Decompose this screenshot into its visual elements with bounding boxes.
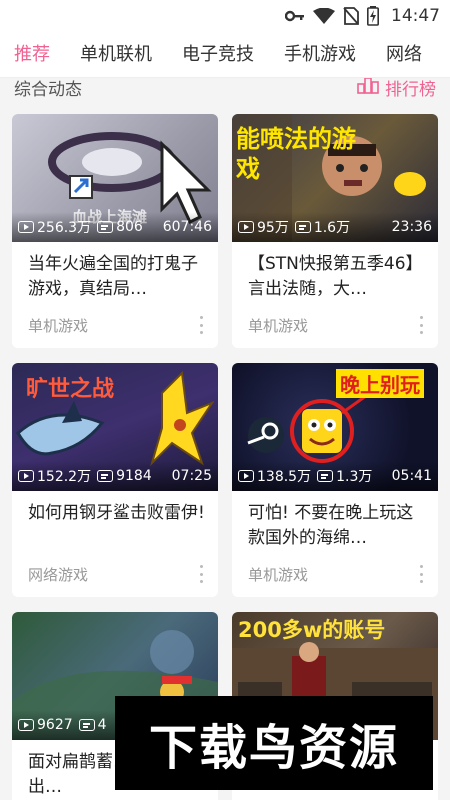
more-options-icon[interactable]	[198, 316, 204, 334]
danmaku-count: 1.3万	[336, 469, 373, 485]
play-count-icon	[18, 470, 34, 482]
video-title[interactable]: 如何用钢牙鲨击败雷伊!	[28, 501, 208, 551]
tab-online-games[interactable]: 网络	[371, 32, 437, 77]
video-category: 单机游戏	[248, 316, 309, 335]
video-duration: 07:25	[171, 468, 212, 484]
play-count: 256.3万	[37, 220, 92, 236]
video-duration: 607:46	[162, 219, 212, 235]
play-count: 9627	[37, 717, 73, 733]
danmaku-count-icon	[78, 719, 95, 731]
video-duration: 23:36	[391, 219, 432, 235]
key-icon	[285, 9, 305, 23]
danmaku-count-icon	[97, 470, 114, 482]
video-title[interactable]: 可怕! 不要在晚上玩这款国外的海绵…	[248, 501, 428, 551]
video-thumbnail[interactable]: 旷世之战 152.2万 9184 07:25	[12, 363, 218, 491]
danmaku-count: 1.6万	[313, 220, 351, 236]
tab-mobile-games[interactable]: 手机游戏	[269, 32, 371, 77]
watermark-banner: 下载鸟资源	[115, 696, 433, 790]
play-count-icon	[18, 221, 34, 233]
battery-charging-icon	[367, 6, 379, 26]
play-count-icon	[238, 470, 254, 482]
video-card[interactable]: 血战上海滩 256.3万 806 607:46 当年火遍全国的打鬼子游戏，真结局…	[12, 114, 218, 348]
no-sim-icon	[343, 7, 359, 25]
thumbnail-caption: 晚上别玩	[336, 369, 424, 398]
ranking-icon	[357, 78, 379, 99]
thumbnail-stats: 138.5万 1.3万 05:41	[232, 461, 438, 491]
status-time: 14:47	[391, 6, 440, 26]
video-title[interactable]: 当年火遍全国的打鬼子游戏，真结局…	[28, 252, 208, 302]
danmaku-count-icon	[97, 221, 114, 233]
video-category: 网络游戏	[28, 565, 89, 584]
ranking-label: 排行榜	[385, 79, 436, 100]
video-card[interactable]: 旷世之战 152.2万 9184 07:25 如何用钢牙鲨击败雷伊! 网络游戏	[12, 363, 218, 597]
ranking-link[interactable]: 排行榜	[357, 78, 436, 100]
play-count: 152.2万	[37, 469, 92, 485]
play-count-icon	[18, 719, 34, 731]
wifi-icon	[313, 7, 335, 25]
tab-esports[interactable]: 电子竞技	[167, 32, 269, 77]
danmaku-count: 4	[97, 717, 107, 733]
thumbnail-stats: 152.2万 9184 07:25	[12, 461, 218, 491]
more-options-icon[interactable]	[198, 565, 204, 583]
play-count: 138.5万	[257, 469, 312, 485]
danmaku-count-icon	[294, 221, 311, 233]
thumbnail-stats: 95万 1.6万 23:36	[232, 212, 438, 242]
danmaku-count: 9184	[116, 468, 152, 484]
danmaku-count: 806	[116, 219, 143, 235]
thumbnail-stats: 256.3万 806 607:46	[12, 212, 218, 242]
video-category: 单机游戏	[28, 316, 89, 335]
status-bar: 14:47	[0, 0, 450, 32]
tab-recommended[interactable]: 推荐	[0, 32, 65, 77]
video-thumbnail[interactable]: 能喷法的游戏 95万 1.6万 23:36	[232, 114, 438, 242]
thumbnail-caption: 能喷法的游戏	[236, 125, 356, 183]
more-options-icon[interactable]	[418, 565, 424, 583]
video-category: 单机游戏	[248, 565, 309, 584]
tab-standalone[interactable]: 单机联机	[65, 32, 167, 77]
category-tabs: 推荐 单机联机 电子竞技 手机游戏 网络	[0, 32, 450, 78]
thumbnail-caption: 200多w的账号	[238, 618, 386, 642]
danmaku-count-icon	[317, 470, 334, 482]
thumbnail-caption: 旷世之战	[26, 377, 115, 402]
section-header: 综合动态 排行榜	[0, 78, 450, 106]
play-count-icon	[238, 221, 254, 233]
play-count: 95万	[257, 220, 289, 236]
video-thumbnail[interactable]: 血战上海滩 256.3万 806 607:46	[12, 114, 218, 242]
video-title[interactable]: 【STN快报第五季46】言出法随，大…	[248, 252, 428, 302]
video-card[interactable]: 能喷法的游戏 95万 1.6万 23:36 【STN快报第五季46】言出法随，大…	[232, 114, 438, 348]
more-options-icon[interactable]	[418, 316, 424, 334]
video-thumbnail[interactable]: 晚上别玩 138.5万 1.3万 05:41	[232, 363, 438, 491]
video-duration: 05:41	[391, 468, 432, 484]
section-title: 综合动态	[14, 79, 82, 100]
video-card[interactable]: 晚上别玩 138.5万 1.3万 05:41 可怕! 不要在晚上玩这款国外的海绵…	[232, 363, 438, 597]
